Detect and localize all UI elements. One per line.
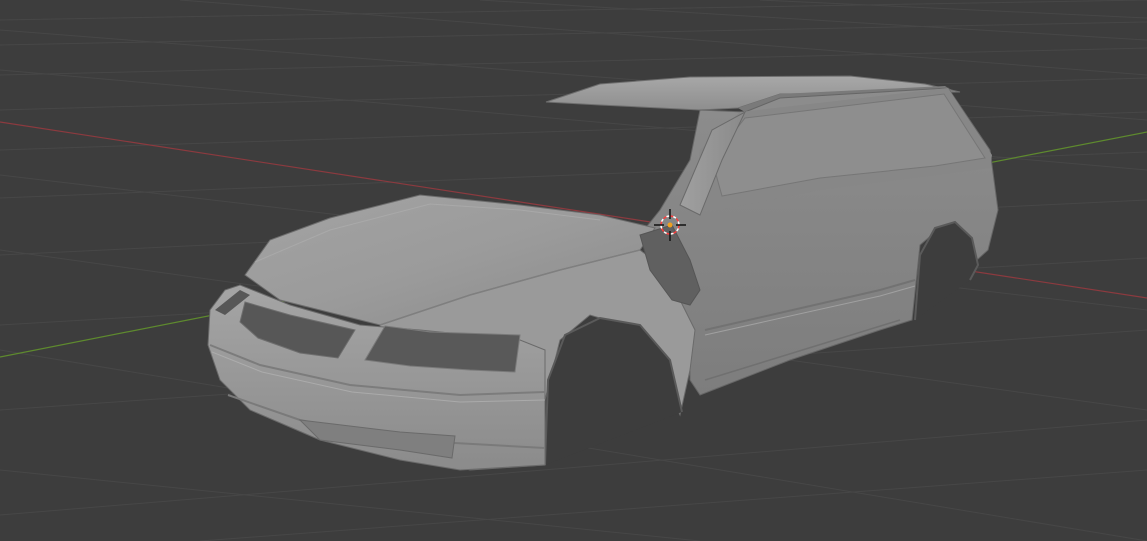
car-body-mesh[interactable] <box>207 75 999 471</box>
viewport-canvas[interactable] <box>0 0 1147 541</box>
3d-viewport[interactable] <box>0 0 1147 541</box>
origin-point <box>667 222 673 228</box>
